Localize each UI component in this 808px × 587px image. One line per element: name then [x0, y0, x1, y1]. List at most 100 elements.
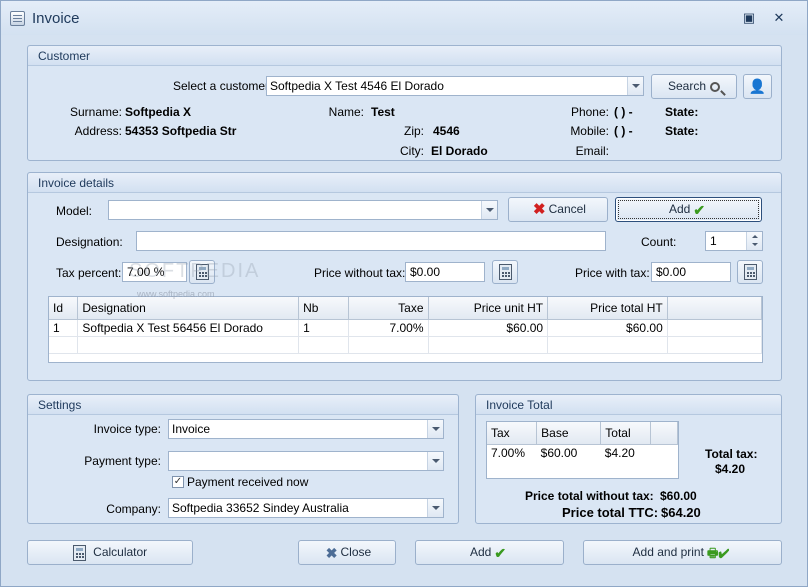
count-input[interactable]: 1: [705, 231, 763, 251]
settings-group: Settings Invoice type: Invoice Payment t…: [27, 394, 459, 524]
price-without-tax-input[interactable]: $0.00: [405, 262, 485, 282]
checkmark-icon: ✔: [693, 201, 706, 218]
surname-value: Softpedia X: [125, 105, 192, 119]
app-icon: [10, 11, 25, 26]
price-with-tax-label: Price with tax:: [575, 266, 650, 280]
price-with-tax-input[interactable]: $0.00: [651, 262, 731, 282]
price-without-tax-calculator-button[interactable]: [492, 260, 518, 284]
payment-type-label: Payment type:: [84, 454, 161, 468]
payment-received-label: Payment received now: [187, 475, 309, 489]
cell-total: $4.20: [604, 445, 635, 460]
column-header-price-unit[interactable]: Price unit HT: [428, 297, 549, 320]
close-icon[interactable]: ✕: [771, 10, 787, 26]
print-check-icon: 🖶✔: [706, 545, 730, 560]
add-customer-button[interactable]: 👤: [743, 74, 772, 99]
price-total-without-tax-value: $60.00: [660, 489, 697, 503]
table-row[interactable]: 7.00% $60.00 $4.20: [487, 444, 678, 461]
price-total-ttc-label: Price total TTC:: [562, 505, 659, 520]
customer-group-header: Customer: [28, 46, 781, 66]
zip-label: Zip:: [403, 124, 424, 138]
invoice-type-value: Invoice: [172, 422, 211, 436]
settings-title: Settings: [38, 398, 82, 412]
company-select[interactable]: Softpedia 33652 Sindey Australia: [168, 498, 444, 518]
customer-group: Customer Select a customer: Softpedia X …: [27, 45, 782, 161]
email-label: Email:: [575, 144, 609, 158]
column-header-tax[interactable]: Tax: [487, 422, 538, 445]
invoice-total-group: Invoice Total Tax Base Total 7.00% $60.0…: [475, 394, 782, 524]
table-row[interactable]: 1 Softpedia X Test 56456 El Dorado 1 7.0…: [49, 319, 762, 337]
total-tax-value: $4.20: [715, 462, 746, 476]
column-header-price-total[interactable]: Price total HT: [547, 297, 668, 320]
invoice-type-label: Invoice type:: [93, 422, 161, 436]
chevron-down-icon[interactable]: [427, 420, 443, 438]
calculator-icon: [498, 264, 512, 280]
invoice-type-select[interactable]: Invoice: [168, 419, 444, 439]
cancel-button-label: Cancel: [548, 202, 586, 216]
window-title: Invoice: [32, 10, 80, 27]
watermark: SOFTPEDIA: [129, 260, 261, 282]
price-with-tax-calculator-button[interactable]: [737, 260, 763, 284]
column-header-id[interactable]: Id: [49, 297, 79, 320]
name-label: Name:: [328, 105, 364, 119]
column-header-total[interactable]: Total: [600, 422, 651, 445]
tax-percent-label: Tax percent:: [56, 266, 122, 280]
checkmark-icon: ✔: [494, 544, 507, 561]
chevron-down-icon[interactable]: [427, 499, 443, 517]
company-label: Company:: [106, 502, 161, 516]
zip-value: 4546: [433, 124, 460, 138]
column-header-nb[interactable]: Nb: [298, 297, 349, 320]
customer-group-title: Customer: [38, 49, 91, 63]
close-x-icon: ✖: [325, 544, 338, 561]
customer-select[interactable]: Softpedia X Test 4546 El Dorado: [266, 76, 644, 96]
title-bar: Invoice ▣ ✕: [1, 1, 807, 35]
add-line-button-label: Add: [668, 202, 691, 216]
column-header-designation[interactable]: Designation: [77, 297, 300, 320]
state-label: State:: [665, 105, 699, 119]
settings-header: Settings: [28, 395, 458, 415]
chevron-down-icon[interactable]: [627, 77, 643, 95]
address-label: Address:: [74, 124, 122, 138]
designation-input[interactable]: [136, 231, 606, 251]
select-customer-label: Select a customer:: [173, 79, 273, 93]
invoice-total-title: Invoice Total: [486, 398, 553, 412]
cell-tax: 7.00%: [491, 445, 526, 460]
restore-icon[interactable]: ▣: [741, 10, 757, 26]
invoice-details-title: Invoice details: [38, 176, 115, 190]
invoice-details-header: Invoice details: [28, 173, 781, 193]
invoice-lines-table[interactable]: Id Designation Nb Taxe Price unit HT Pri…: [48, 296, 763, 363]
tax-summary-table[interactable]: Tax Base Total 7.00% $60.00 $4.20: [486, 421, 679, 479]
company-value: Softpedia 33652 Sindey Australia: [172, 501, 349, 515]
price-total-ttc-value: $64.20: [661, 505, 701, 520]
cancel-button[interactable]: ✖ Cancel: [508, 197, 608, 222]
surname-label: Surname:: [69, 105, 122, 119]
name-value: Test: [371, 105, 395, 119]
column-header-base[interactable]: Base: [536, 422, 602, 445]
model-select[interactable]: [108, 200, 498, 220]
total-tax-label: Total tax:: [705, 447, 758, 461]
count-value: 1: [710, 234, 717, 248]
designation-label: Designation:: [56, 235, 123, 249]
add-line-button[interactable]: Add ✔: [615, 197, 762, 222]
search-button[interactable]: Search: [651, 74, 737, 99]
address-value: 54353 Softpedia Str: [125, 124, 237, 138]
price-without-tax-label: Price without tax:: [314, 266, 406, 280]
column-header-spacer: [650, 422, 678, 445]
column-header-taxe[interactable]: Taxe: [348, 297, 429, 320]
chevron-down-icon[interactable]: [427, 452, 443, 470]
count-spinner[interactable]: [746, 232, 762, 250]
invoice-total-header: Invoice Total: [476, 395, 781, 415]
cell-price-total: $60.00: [547, 319, 668, 337]
cell-taxe: 7.00%: [348, 319, 429, 337]
cell-id: 1: [49, 319, 79, 337]
payment-received-checkbox[interactable]: ✓: [172, 476, 184, 488]
column-header-spacer: [667, 297, 762, 320]
cell-nb: 1: [298, 319, 349, 337]
close-button[interactable]: ✖ Close: [298, 540, 396, 565]
customer-select-value: Softpedia X Test 4546 El Dorado: [270, 79, 444, 93]
add-and-print-button[interactable]: Add and print 🖶✔: [583, 540, 782, 565]
payment-type-select[interactable]: [168, 451, 444, 471]
add-invoice-button[interactable]: Add ✔: [415, 540, 564, 565]
calculator-button[interactable]: Calculator: [27, 540, 193, 565]
chevron-down-icon[interactable]: [481, 201, 497, 219]
add-user-icon: 👤: [748, 78, 767, 94]
